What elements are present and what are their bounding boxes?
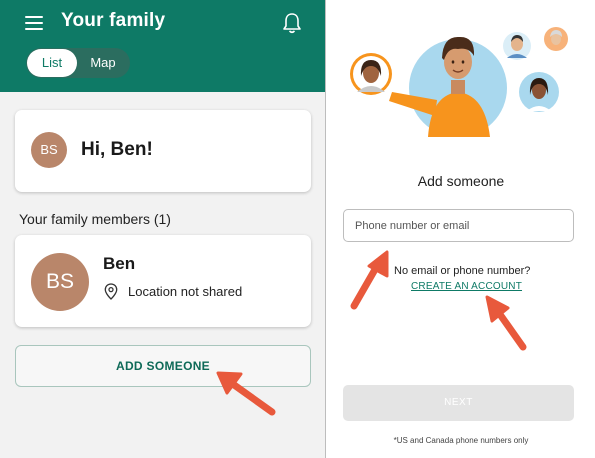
bell-icon[interactable]: [282, 12, 302, 34]
greeting-text: Hi, Ben!: [81, 139, 153, 160]
no-email-text: No email or phone number?: [394, 265, 531, 277]
app-header: Your family List Map: [0, 0, 325, 92]
avatar: BS: [31, 253, 89, 311]
tab-list[interactable]: List: [27, 49, 77, 77]
family-illustration: [350, 27, 568, 137]
annotation-arrow: [216, 371, 276, 416]
add-someone-panel: Add someone No email or phone number? CR…: [327, 0, 595, 458]
menu-icon[interactable]: [25, 16, 43, 30]
add-someone-title: Add someone: [417, 173, 505, 189]
tab-map[interactable]: Map: [78, 49, 128, 77]
family-list-panel: Your family List Map BS Hi, Ben! Your fa…: [0, 0, 326, 458]
location-pin-icon: [104, 283, 118, 300]
member-name: Ben: [103, 254, 136, 273]
view-toggle: List Map: [26, 48, 130, 78]
phone-or-email-input[interactable]: [343, 209, 574, 242]
greeting-card[interactable]: BS Hi, Ben!: [15, 110, 311, 192]
member-card[interactable]: BS Ben Location not shared: [15, 235, 311, 327]
annotation-arrow: [350, 250, 389, 310]
family-members-heading: Your family members (1): [19, 211, 171, 227]
annotation-arrow: [485, 295, 527, 351]
page-title: Your family: [61, 10, 166, 31]
phone-numbers-footnote: *US and Canada phone numbers only: [393, 436, 529, 445]
avatar: BS: [31, 132, 67, 168]
next-button[interactable]: NEXT: [343, 385, 574, 421]
location-status: Location not shared: [128, 284, 243, 299]
